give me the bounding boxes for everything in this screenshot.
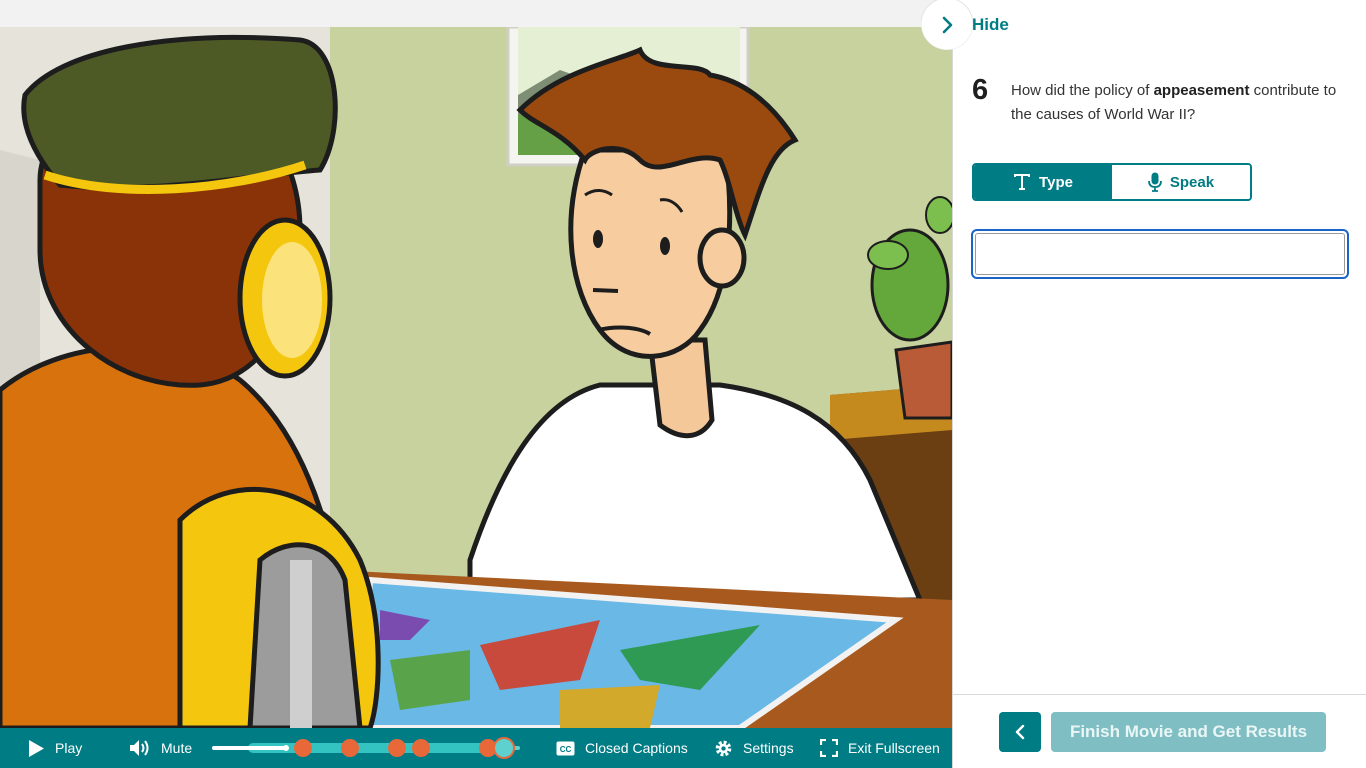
chapter-marker[interactable]: [341, 739, 359, 757]
answer-field-focus-ring: [971, 229, 1349, 279]
question-text: How did the policy of appeasement contri…: [1011, 79, 1341, 127]
play-button[interactable]: Play: [28, 728, 82, 768]
type-mode-button[interactable]: Type: [974, 165, 1112, 199]
question-number: 6: [972, 74, 989, 106]
chevron-right-icon: [942, 16, 953, 34]
settings-label: Settings: [743, 740, 794, 756]
exit-fullscreen-icon: [820, 739, 838, 757]
closed-captions-label: Closed Captions: [585, 740, 688, 756]
answer-mode-toggle: Type Speak: [972, 163, 1252, 201]
speak-mode-label: Speak: [1169, 173, 1215, 191]
app-root: Play Mute CC Closed Captions Settings Ex…: [0, 0, 1366, 768]
mute-button[interactable]: Mute: [129, 728, 192, 768]
question-text-start: How did the policy of: [1011, 82, 1154, 99]
finish-movie-button[interactable]: Finish Movie and Get Results: [1051, 712, 1326, 752]
play-label: Play: [55, 740, 83, 756]
footer-divider: [952, 694, 1366, 695]
microphone-icon: [1147, 172, 1162, 192]
video-progress-slider[interactable]: [212, 737, 520, 759]
speak-mode-button[interactable]: Speak: [1112, 165, 1250, 199]
answer-input[interactable]: [975, 233, 1345, 275]
chapter-marker[interactable]: [412, 739, 430, 757]
playhead-handle[interactable]: [283, 745, 289, 751]
exit-fullscreen-button[interactable]: Exit Fullscreen: [820, 728, 940, 768]
closed-captions-button[interactable]: CC Closed Captions: [556, 728, 688, 768]
mute-label: Mute: [161, 740, 193, 756]
chapter-marker-current[interactable]: [493, 737, 515, 759]
play-icon: [29, 739, 44, 757]
gear-icon: [715, 740, 732, 756]
chevron-left-icon: [1015, 724, 1025, 740]
settings-button[interactable]: Settings: [714, 728, 794, 768]
hide-panel-button[interactable]: Hide: [936, 10, 1009, 40]
text-type-icon: [1014, 174, 1031, 190]
progress-played: [212, 746, 286, 750]
video-top-strip: [0, 0, 952, 27]
chapter-marker[interactable]: [388, 739, 406, 757]
question-keyword: appeasement: [1153, 82, 1250, 99]
previous-question-button[interactable]: [999, 712, 1041, 752]
volume-icon: [130, 740, 149, 756]
closed-captions-icon: CC: [556, 741, 575, 755]
video-illustration: [0, 27, 952, 728]
type-mode-label: Type: [1039, 173, 1073, 191]
chapter-marker[interactable]: [294, 739, 312, 757]
exit-fullscreen-label: Exit Fullscreen: [848, 740, 940, 756]
video-control-bar: Play Mute CC Closed Captions Settings Ex…: [0, 728, 952, 768]
svg-text:CC: CC: [560, 745, 572, 754]
video-frame[interactable]: [0, 27, 952, 728]
hide-label: Hide: [972, 15, 1009, 34]
